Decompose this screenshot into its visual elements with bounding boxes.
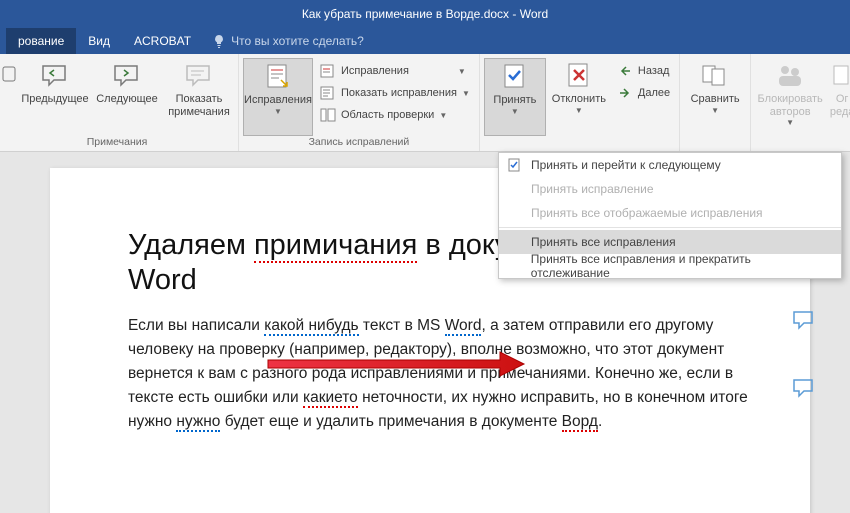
group-protect: Блокировать авторов ▼ Ог реда — [751, 54, 850, 151]
tab-acrobat[interactable]: ACROBAT — [122, 28, 203, 54]
reject-button[interactable]: Отклонить ▼ — [548, 58, 610, 136]
group-compare: Сравнить ▼ — [680, 54, 751, 151]
label: Блокировать авторов — [757, 93, 823, 118]
compare-icon — [698, 61, 732, 91]
label: Ог реда — [829, 93, 850, 118]
comment-prev-icon — [38, 61, 72, 91]
previous-comment-partial[interactable] — [0, 58, 18, 136]
show-comments-icon — [182, 61, 216, 91]
group-comments: Предыдущее Следующее Показать примечания… — [0, 54, 239, 151]
block-authors-icon — [773, 61, 807, 91]
menu-separator — [499, 227, 841, 228]
track-changes-button[interactable]: Исправления ▼ — [243, 58, 313, 136]
dropdown-caret-icon: ▼ — [511, 107, 519, 116]
block-authors-button[interactable]: Блокировать авторов ▼ — [755, 58, 825, 136]
dropdown-caret-icon: ▼ — [711, 106, 719, 115]
tab-strip: рование Вид ACROBAT Что вы хотите сделат… — [0, 28, 850, 54]
compare-button[interactable]: Сравнить ▼ — [684, 58, 746, 136]
window-title: Как убрать примечание в Ворде.docx - Wor… — [302, 7, 548, 21]
accept-all-shown: Принять все отображаемые исправления — [499, 201, 841, 225]
accept-dropdown-menu: Принять и перейти к следующему Принять и… — [498, 152, 842, 279]
dropdown-caret-icon: ▼ — [786, 118, 794, 127]
forward-arrow-icon — [617, 85, 633, 101]
label: Отклонить — [552, 93, 606, 106]
restrict-editing-button[interactable]: Ог реда — [827, 58, 850, 136]
next-comment-button[interactable]: Следующее — [92, 58, 162, 136]
display-review-icon — [320, 63, 336, 79]
label: Предыдущее — [21, 93, 88, 106]
restrict-icon — [825, 61, 850, 91]
reviewing-pane-icon — [320, 107, 336, 123]
accept-check-icon — [507, 157, 523, 173]
dropdown-caret-icon: ▼ — [274, 107, 282, 116]
document-body: Если вы написали какой нибудь текст в MS… — [128, 314, 754, 434]
tab-review[interactable]: рование — [6, 28, 76, 54]
show-comments-button[interactable]: Показать примечания — [164, 58, 234, 136]
accept-change: Принять исправление — [499, 177, 841, 201]
label: Исправления — [244, 94, 312, 107]
back-arrow-icon — [617, 63, 633, 79]
next-change-button[interactable]: Далее — [612, 82, 675, 104]
reviewing-pane-button[interactable]: Область проверки ▼ — [315, 104, 475, 126]
label: Принять — [493, 94, 536, 107]
comment-indicator-icon[interactable] — [792, 310, 816, 330]
group-changes: Принять ▼ Отклонить ▼ Назад Далее — [480, 54, 680, 151]
chevron-down-icon: ▼ — [439, 111, 447, 120]
track-changes-icon — [261, 62, 295, 92]
accept-and-next[interactable]: Принять и перейти к следующему — [499, 153, 841, 177]
titlebar: Как убрать примечание в Ворде.docx - Wor… — [0, 0, 850, 28]
group-label — [684, 136, 746, 151]
comment-indicator-icon[interactable] — [792, 378, 816, 398]
label: Сравнить — [691, 93, 740, 106]
previous-change-button[interactable]: Назад — [612, 60, 675, 82]
ribbon: Предыдущее Следующее Показать примечания… — [0, 54, 850, 152]
accept-all-changes[interactable]: Принять все исправления — [499, 230, 841, 254]
accept-button[interactable]: Принять ▼ — [484, 58, 546, 136]
group-label: Запись исправлений — [243, 136, 475, 151]
lightbulb-icon — [213, 34, 225, 48]
previous-comment-button[interactable]: Предыдущее — [20, 58, 90, 136]
group-label: Примечания — [0, 136, 234, 151]
comment-next-icon — [110, 61, 144, 91]
chevron-down-icon: ▼ — [462, 89, 470, 98]
show-markup-button[interactable]: Показать исправления ▼ — [315, 82, 475, 104]
accept-icon — [498, 62, 532, 92]
reject-icon — [562, 61, 596, 91]
tell-me-search[interactable]: Что вы хотите сделать? — [203, 28, 374, 54]
display-for-review[interactable]: Исправления ▼ — [315, 60, 475, 82]
accept-all-and-stop[interactable]: Принять все исправления и прекратить отс… — [499, 254, 841, 278]
group-label — [755, 136, 850, 151]
label: Показать примечания — [166, 93, 232, 118]
group-tracking: Исправления ▼ Исправления ▼ Показать исп… — [239, 54, 480, 151]
label: Следующее — [96, 93, 158, 106]
tab-view[interactable]: Вид — [76, 28, 122, 54]
group-label — [484, 136, 675, 151]
show-markup-icon — [320, 85, 336, 101]
chevron-down-icon: ▼ — [458, 67, 466, 76]
dropdown-caret-icon: ▼ — [575, 106, 583, 115]
